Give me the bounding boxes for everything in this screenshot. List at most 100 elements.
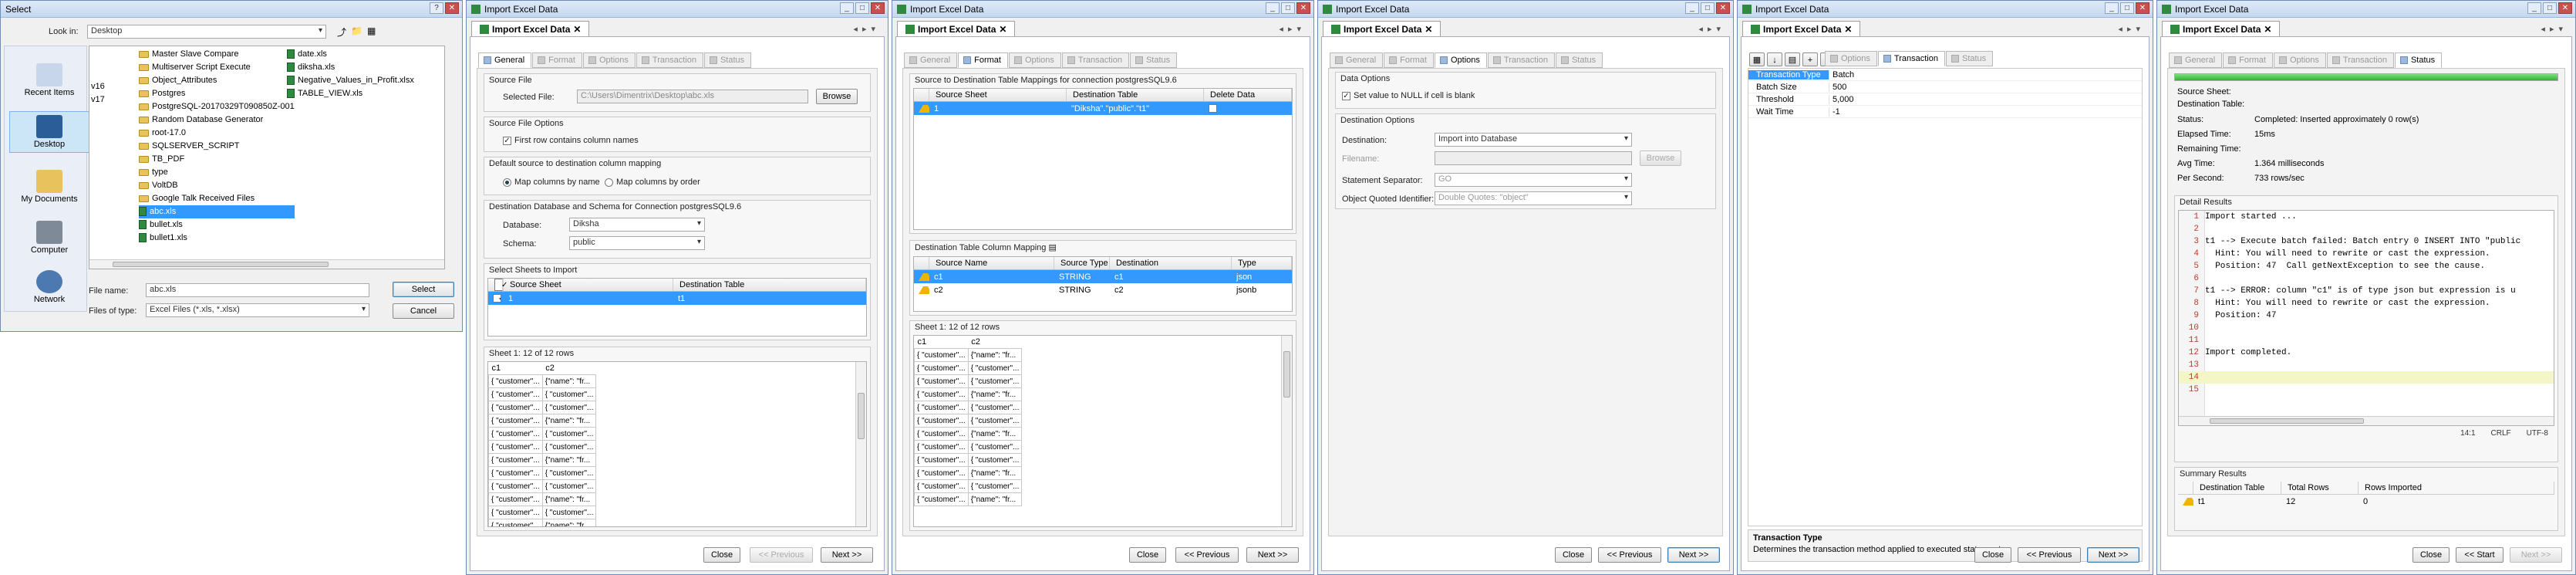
property-row[interactable]: Wait Time -1 bbox=[1748, 106, 2142, 118]
grid-row[interactable]: { "customer"... {"name": "fr... bbox=[488, 374, 597, 388]
file-item[interactable]: Postgres bbox=[139, 87, 295, 100]
tab-general[interactable]: General bbox=[2169, 52, 2223, 68]
browse-button[interactable]: Browse bbox=[816, 89, 858, 104]
new-folder-icon[interactable]: 📁 bbox=[351, 25, 362, 39]
property-row[interactable]: Batch Size 500 bbox=[1748, 81, 2142, 93]
tab-options[interactable]: Options bbox=[2273, 52, 2326, 68]
browse-button[interactable]: Browse bbox=[1640, 151, 1681, 166]
tab-transaction[interactable]: Transaction bbox=[1487, 52, 1555, 68]
close-tab-icon[interactable]: ✕ bbox=[573, 24, 581, 35]
database-dropdown[interactable]: Diksha bbox=[569, 218, 705, 232]
file-item[interactable]: TABLE_VIEW.xls bbox=[287, 87, 414, 100]
grid-row[interactable]: { "customer"... {"name": "fr... bbox=[488, 519, 597, 526]
grid-row[interactable]: { "customer"...{ "customer"... bbox=[488, 440, 597, 454]
grid-cell[interactable]: { "customer"... bbox=[914, 348, 969, 362]
close-tab-icon[interactable]: ✕ bbox=[1425, 24, 1432, 35]
previous-button[interactable]: << Previous bbox=[2018, 547, 2081, 563]
tab-status[interactable]: Status bbox=[2394, 52, 2443, 68]
file-item[interactable]: v17 bbox=[91, 93, 105, 107]
maximize-button[interactable]: □ bbox=[1281, 2, 1295, 14]
file-item[interactable]: diksha.xls bbox=[287, 61, 414, 74]
grid-cell[interactable]: {"name": "fr... bbox=[967, 348, 1023, 362]
vertical-scrollbar[interactable] bbox=[1281, 336, 1292, 526]
files-type-dropdown[interactable]: Excel Files (*.xls, *.xlsx) bbox=[146, 303, 369, 317]
grid-cell[interactable]: { "customer"... bbox=[541, 387, 597, 401]
sort-alpha-icon[interactable]: ↓ bbox=[1767, 52, 1782, 66]
grid-cell[interactable]: { "customer"... bbox=[967, 453, 1023, 467]
table-row[interactable]: c2 STRING c2 jsonb bbox=[914, 283, 1292, 296]
tab-navigation[interactable]: ◂▸▾ bbox=[2118, 24, 2145, 34]
grid-cell[interactable]: { "customer"... bbox=[967, 401, 1023, 414]
close-window-button[interactable]: ✕ bbox=[445, 2, 459, 14]
grid-cell[interactable]: { "customer"... bbox=[914, 414, 969, 428]
tab-transaction[interactable]: Transaction bbox=[1877, 51, 1945, 66]
tab-navigation[interactable]: ◂▸▾ bbox=[1698, 24, 1725, 34]
tab-options[interactable]: Options bbox=[582, 52, 636, 68]
file-item[interactable]: Object_Attributes bbox=[139, 74, 295, 87]
grid-cell[interactable]: { "customer"... bbox=[967, 440, 1023, 454]
categorized-icon[interactable]: ▦ bbox=[1749, 52, 1765, 66]
minimize-button[interactable]: _ bbox=[2527, 2, 2541, 14]
grid-row[interactable]: { "customer"... {"name": "fr... bbox=[914, 492, 1023, 506]
tab-status[interactable]: Status bbox=[703, 52, 752, 68]
grid-cell[interactable]: {"name": "fr... bbox=[541, 414, 597, 428]
grid-row[interactable]: { "customer"... {"name": "fr... bbox=[914, 387, 1023, 401]
grid-row[interactable]: { "customer"... {"name": "fr... bbox=[488, 492, 597, 506]
file-item[interactable]: Random Database Generator bbox=[139, 113, 295, 127]
delete-data-checkbox[interactable] bbox=[1204, 104, 1292, 113]
horizontal-scrollbar[interactable] bbox=[2179, 416, 2554, 425]
property-value[interactable]: 500 bbox=[1829, 82, 2142, 92]
schema-dropdown[interactable]: public bbox=[569, 236, 705, 250]
detail-log-editor[interactable]: 1 Import started ... 2 3 t1 --> Execute batc… bbox=[2178, 210, 2554, 426]
maximize-button[interactable]: □ bbox=[2120, 2, 2134, 14]
grid-row[interactable]: { "customer"...{ "customer"... bbox=[914, 401, 1023, 414]
grid-cell[interactable]: { "customer"... bbox=[488, 519, 543, 526]
close-window-button[interactable]: ✕ bbox=[2558, 2, 2572, 14]
grid-cell[interactable]: { "customer"... bbox=[488, 414, 543, 428]
place-desktop[interactable]: Desktop bbox=[9, 111, 89, 153]
next-button[interactable]: Next >> bbox=[2087, 547, 2139, 563]
grid-row[interactable]: { "customer"...{ "customer"... bbox=[488, 401, 597, 414]
null-checkbox[interactable]: ✓ Set value to NULL if cell is blank bbox=[1342, 91, 1475, 100]
close-button[interactable]: Close bbox=[2412, 547, 2450, 563]
file-item[interactable]: Multiserver Script Execute bbox=[139, 61, 295, 74]
tab-transaction[interactable]: Transaction bbox=[1061, 52, 1129, 68]
tab-options[interactable]: Options bbox=[1008, 52, 1061, 68]
editor-tab[interactable]: Import Excel Data ✕ bbox=[1323, 21, 1441, 38]
place-documents[interactable]: My Documents bbox=[9, 170, 89, 204]
grid-cell[interactable]: {"name": "fr... bbox=[541, 374, 597, 388]
close-tab-icon[interactable]: ✕ bbox=[999, 24, 1006, 35]
grid-cell[interactable]: {"name": "fr... bbox=[967, 492, 1023, 506]
property-value[interactable]: Batch bbox=[1829, 69, 2142, 79]
grid-cell[interactable]: { "customer"... bbox=[488, 427, 543, 441]
select-button[interactable]: Select bbox=[393, 282, 454, 297]
file-item[interactable]: type bbox=[139, 166, 295, 179]
next-button[interactable]: Next >> bbox=[1246, 547, 1299, 563]
grid-row[interactable]: { "customer"... {"name": "fr... bbox=[914, 348, 1023, 362]
tab-general[interactable]: General bbox=[1330, 52, 1384, 68]
scroll-thumb[interactable] bbox=[858, 393, 865, 439]
maximize-button[interactable]: □ bbox=[2543, 2, 2557, 14]
file-item[interactable]: bullet1.xls bbox=[139, 232, 295, 245]
close-window-button[interactable]: ✕ bbox=[2136, 2, 2149, 14]
file-item[interactable]: TB_PDF bbox=[139, 153, 295, 166]
cell[interactable]: c1 bbox=[1110, 272, 1232, 282]
first-row-checkbox[interactable]: ✓ First row contains column names bbox=[503, 136, 639, 145]
file-item[interactable]: Google Talk Received Files bbox=[139, 192, 295, 205]
grid-row[interactable]: { "customer"...{ "customer"... bbox=[488, 506, 597, 519]
property-row[interactable]: Threshold 5,000 bbox=[1748, 93, 2142, 106]
file-item[interactable]: v16 bbox=[91, 80, 105, 93]
select-all-checkbox[interactable]: ✓ bbox=[488, 279, 507, 292]
place-network[interactable]: Network bbox=[9, 270, 89, 304]
editor-tab[interactable]: Import Excel Data ✕ bbox=[897, 21, 1016, 38]
start-button[interactable]: << Start bbox=[2456, 547, 2504, 563]
grid-cell[interactable]: { "customer"... bbox=[914, 492, 969, 506]
map-by-order-radio[interactable]: Map columns by order bbox=[605, 178, 700, 187]
filename-input[interactable] bbox=[1435, 151, 1632, 165]
grid-row[interactable]: { "customer"... {"name": "fr... bbox=[914, 427, 1023, 441]
grid-row[interactable]: { "customer"...{ "customer"... bbox=[488, 387, 597, 401]
file-item[interactable]: SQLSERVER_SCRIPT bbox=[139, 140, 295, 153]
grid-cell[interactable]: {"name": "fr... bbox=[967, 466, 1023, 480]
next-button[interactable]: Next >> bbox=[2510, 547, 2562, 563]
property-value[interactable]: -1 bbox=[1829, 107, 2142, 117]
